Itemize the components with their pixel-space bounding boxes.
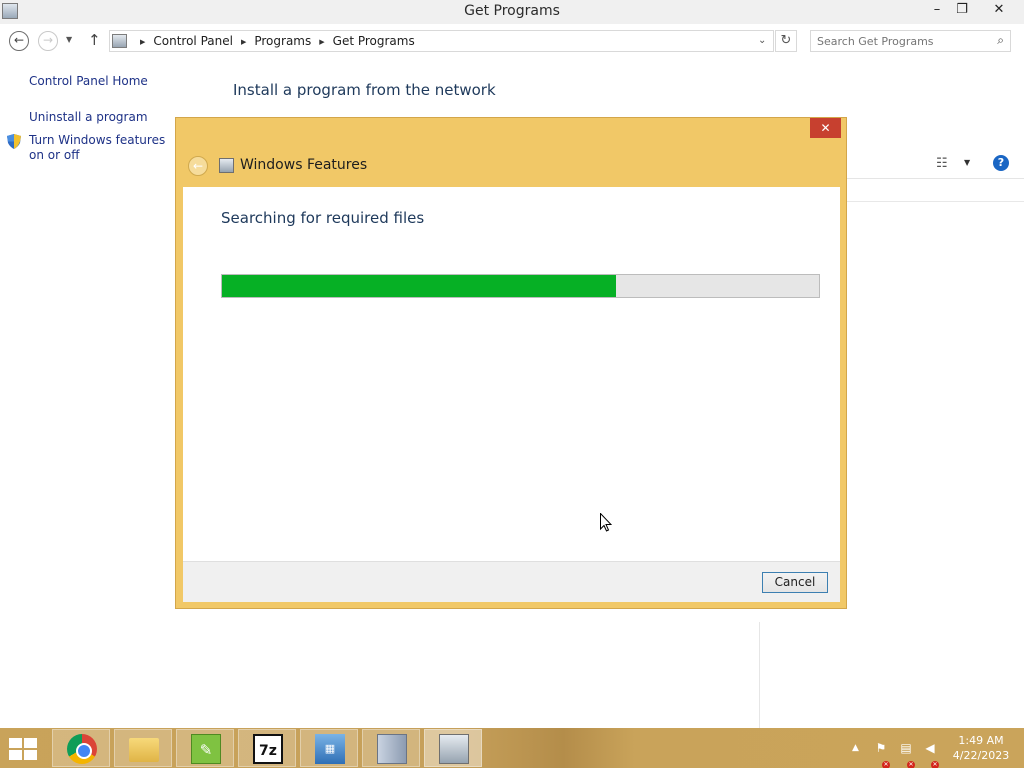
taskbar-7zip[interactable]: 7z (238, 729, 296, 767)
breadcrumb[interactable]: ▶ Control Panel ▶ Programs ▶ Get Programs ⌄ (109, 30, 774, 52)
clock-time: 1:49 AM (958, 734, 1004, 747)
taskbar-notepad-plus-plus[interactable]: ✎ (176, 729, 234, 767)
show-hidden-icons-chevron-icon[interactable]: ▲ (852, 743, 859, 753)
breadcrumb-separator-icon[interactable]: ▶ (241, 38, 246, 46)
forward-arrow-icon[interactable]: → (38, 31, 58, 51)
dialog-back-arrow-icon[interactable]: ← (188, 156, 208, 176)
volume-icon[interactable]: ◀ ✕ (922, 740, 939, 768)
action-center-flag-icon[interactable]: ⚑ ✕ (873, 740, 890, 768)
search-input[interactable] (817, 33, 985, 49)
installer-icon (377, 734, 407, 764)
taskbar-chrome[interactable] (52, 729, 110, 767)
dialog-close-button[interactable]: ✕ (810, 118, 841, 138)
dialog-content: Searching for required files (183, 187, 840, 561)
view-options-icon[interactable]: ☷ (936, 156, 948, 171)
system-clock[interactable]: 1:49 AM 4/22/2023 (950, 733, 1012, 763)
divider (846, 201, 1024, 202)
chrome-icon (67, 734, 97, 764)
search-icon[interactable]: ⌕ (997, 33, 1004, 48)
address-bar: ← → ▼ ↑ ▶ Control Panel ▶ Programs ▶ Get Prog… (0, 24, 1024, 58)
refresh-icon[interactable]: ↻ (775, 30, 797, 52)
clock-date: 4/22/2023 (952, 749, 1010, 762)
taskbar-remote-desktop[interactable]: ▦ (300, 729, 358, 767)
maximize-button[interactable]: ❐ (949, 0, 975, 20)
notepad-plus-plus-icon: ✎ (191, 734, 221, 764)
address-dropdown-chevron-icon[interactable]: ⌄ (758, 35, 766, 46)
windows-features-dialog: ✕ ← Windows Features Searching for requi… (175, 117, 847, 609)
file-explorer-icon (129, 738, 159, 762)
search-box[interactable]: ⌕ (810, 30, 1011, 52)
view-toolbar: ☷ ▼ ? (846, 147, 1024, 179)
start-windows-icon[interactable] (9, 738, 39, 760)
breadcrumb-get-programs[interactable]: Get Programs (333, 34, 415, 48)
alert-badge-icon: ✕ (882, 761, 890, 768)
breadcrumb-separator-icon[interactable]: ▶ (140, 38, 145, 46)
minimize-button[interactable]: – (924, 0, 950, 20)
control-panel-path-icon (112, 34, 127, 48)
page-title: Install a program from the network (233, 81, 496, 99)
back-arrow-icon[interactable]: ← (9, 31, 29, 51)
up-arrow-icon[interactable]: ↑ (88, 31, 101, 49)
windows-features-icon (219, 158, 234, 173)
cancel-button[interactable]: Cancel (762, 572, 828, 593)
taskbar-file-explorer[interactable] (114, 729, 172, 767)
network-icon[interactable]: ▤ ✕ (898, 740, 915, 768)
remote-desktop-icon: ▦ (315, 734, 345, 764)
breadcrumb-separator-icon[interactable]: ▶ (319, 38, 324, 46)
close-button[interactable]: ✕ (985, 0, 1013, 20)
status-text: Searching for required files (221, 209, 425, 227)
breadcrumb-programs[interactable]: Programs (254, 34, 311, 48)
uninstall-program-link[interactable]: Uninstall a program (29, 110, 148, 125)
control-panel-home-link[interactable]: Control Panel Home (29, 74, 148, 89)
dialog-footer: Cancel (183, 561, 840, 602)
window-titlebar: Get Programs – ❐ ✕ (0, 0, 1024, 24)
7zip-icon: 7z (253, 734, 283, 764)
uac-shield-icon (7, 134, 21, 149)
progress-bar-fill (222, 275, 616, 297)
window-title: Get Programs (464, 3, 560, 19)
help-icon[interactable]: ? (993, 155, 1009, 171)
windows-features-taskbar-icon (439, 734, 469, 764)
dialog-title: Windows Features (240, 157, 368, 173)
breadcrumb-control-panel[interactable]: Control Panel (153, 34, 233, 48)
taskbar-installer[interactable] (362, 729, 420, 767)
view-options-chevron-icon[interactable]: ▼ (964, 158, 970, 167)
windows-features-link[interactable]: Turn Windows features on or off (29, 133, 179, 163)
taskbar: ✎ 7z ▦ ▲ ⚑ ✕ ▤ ✕ ◀ ✕ 1:49 AM 4/22/2023 (0, 728, 1024, 768)
divider (759, 622, 760, 728)
recent-locations-chevron-icon[interactable]: ▼ (66, 35, 72, 44)
mute-badge-icon: ✕ (931, 761, 939, 768)
progress-bar (221, 274, 820, 298)
mouse-cursor-icon (600, 513, 612, 532)
alert-badge-icon: ✕ (907, 761, 915, 768)
taskbar-windows-features[interactable] (424, 729, 482, 767)
